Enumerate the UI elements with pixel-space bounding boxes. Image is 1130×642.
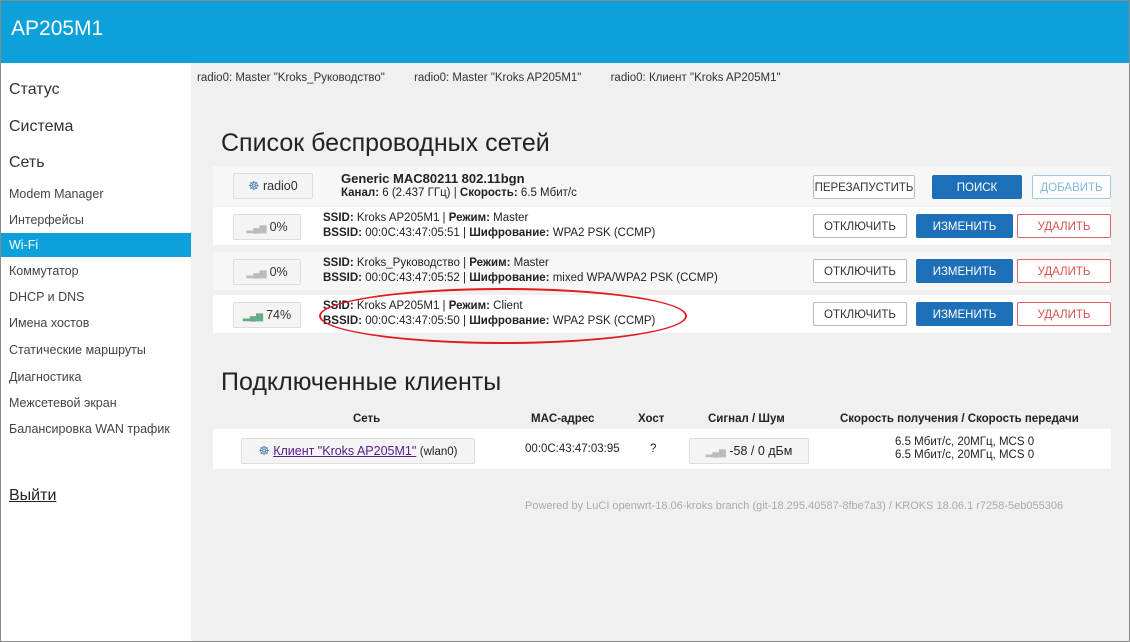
annotation-ellipse — [319, 288, 687, 344]
col-rate: Скорость получения / Скорость передачи — [840, 413, 1079, 425]
client-mac: 00:0C:43:47:03:95 — [525, 443, 620, 455]
rate-tx: 6.5 Мбит/с, 20МГц, MCS 0 — [895, 449, 1035, 461]
logout-link[interactable]: Выйти — [9, 487, 56, 505]
disable-button[interactable]: ОТКЛЮЧИТЬ — [813, 214, 907, 238]
channel-value: 6 (2.437 ГГц) — [382, 187, 451, 199]
client-row: ☸ Клиент "Kroks AP205M1" (wlan0) 00:0C:4… — [213, 429, 1111, 469]
tab-radio0-master-management[interactable]: radio0: Master "Kroks_Руководство" — [197, 72, 385, 84]
channel-label: Канал: — [341, 187, 380, 199]
signal-badge: ▂▄▆ 0% — [233, 259, 301, 285]
wireless-heading: Список беспроводных сетей — [221, 129, 550, 157]
device-name: Generic MAC80211 802.11bgn — [341, 171, 525, 186]
sidebar-item-diagnostics[interactable]: Диагностика — [1, 365, 191, 389]
client-rates: 6.5 Мбит/с, 20МГц, MCS 0 6.5 Мбит/с, 20М… — [895, 436, 1034, 462]
restart-button[interactable]: ПЕРЕЗАПУСТИТЬ — [813, 175, 915, 199]
col-signal: Сигнал / Шум — [708, 413, 785, 425]
edit-button[interactable]: ИЗМЕНИТЬ — [916, 302, 1013, 326]
signal-bars-icon: ▂▄▆ — [246, 223, 267, 233]
sidebar-item-dhcp-dns[interactable]: DHCP и DNS — [1, 285, 191, 309]
sidebar-item-modem-manager[interactable]: Modem Manager — [1, 182, 191, 206]
col-network: Сеть — [353, 413, 381, 425]
clients-heading: Подключенные клиенты — [221, 368, 502, 396]
col-host: Хост — [638, 413, 665, 425]
disable-button[interactable]: ОТКЛЮЧИТЬ — [813, 302, 907, 326]
menu-status[interactable]: Статус — [9, 81, 60, 99]
tab-bar: radio0: Master "Kroks_Руководство" radio… — [191, 72, 801, 84]
sidebar-item-firewall[interactable]: Межсетевой экран — [1, 391, 191, 415]
delete-button[interactable]: УДАЛИТЬ — [1017, 214, 1111, 238]
client-network-cell: ☸ Клиент "Kroks AP205M1" (wlan0) — [241, 438, 475, 464]
sidebar-item-switch[interactable]: Коммутатор — [1, 259, 191, 283]
scan-button[interactable]: ПОИСК — [932, 175, 1022, 199]
signal-bars-icon: ▂▄▆ — [242, 311, 264, 321]
signal-badge: ▂▄▆ 74% — [233, 302, 301, 328]
radio0-button[interactable]: ☸ radio0 — [233, 173, 313, 199]
menu-system[interactable]: Система — [9, 118, 73, 136]
browser-frame: AP205M1 Статус Система Сеть Modem Manage… — [0, 0, 1130, 642]
sidebar-item-interfaces[interactable]: Интерфейсы — [1, 208, 191, 232]
main-content: radio0: Master "Kroks_Руководство" radio… — [191, 63, 1129, 641]
tab-radio0-client[interactable]: radio0: Клиент "Kroks AP205M1" — [611, 72, 781, 84]
signal-bars-icon: ▂▄▆ — [246, 268, 267, 278]
network-row: ▂▄▆ 0% SSID: Kroks AP205M1 | Режим: Maste… — [213, 207, 1111, 245]
delete-button[interactable]: УДАЛИТЬ — [1017, 259, 1111, 283]
brand-title[interactable]: AP205M1 — [11, 17, 103, 41]
sidebar-item-hostnames[interactable]: Имена хостов — [1, 311, 191, 335]
disable-button[interactable]: ОТКЛЮЧИТЬ — [813, 259, 907, 283]
client-signal-badge: ▂▄▆ -58 / 0 дБм — [689, 438, 809, 464]
header-bar: AP205M1 — [1, 1, 1129, 63]
delete-button[interactable]: УДАЛИТЬ — [1017, 302, 1111, 326]
sidebar-item-wan-balancing[interactable]: Балансировка WAN трафик — [1, 417, 191, 441]
wifi-device-icon: ☸ — [248, 179, 260, 193]
sidebar-item-wifi[interactable]: Wi-Fi — [1, 233, 191, 257]
speed-label: Скорость: — [459, 187, 518, 199]
add-button[interactable]: ДОБАВИТЬ — [1032, 175, 1111, 199]
edit-button[interactable]: ИЗМЕНИТЬ — [916, 214, 1013, 238]
tab-radio0-master-ap[interactable]: radio0: Master "Kroks AP205M1" — [414, 72, 581, 84]
sidebar: Статус Система Сеть Modem Manager Интерф… — [1, 63, 191, 641]
network-info: SSID: Kroks AP205M1 | Режим: Master BSSI… — [323, 212, 656, 239]
client-network-link[interactable]: Клиент "Kroks AP205M1" — [273, 444, 416, 458]
client-host: ? — [650, 443, 657, 455]
col-mac: MAC-адрес — [531, 413, 595, 425]
signal-bars-icon: ▂▄▆ — [705, 447, 726, 457]
network-row: ▂▄▆ 0% SSID: Kroks_Руководство | Режим: M… — [213, 252, 1111, 290]
client-iface: (wlan0) — [419, 446, 458, 458]
menu-network[interactable]: Сеть — [9, 154, 45, 172]
device-info: Generic MAC80211 802.11bgn Канал: 6 (2.4… — [341, 171, 577, 199]
speed-value: 6.5 Мбит/с — [520, 187, 577, 199]
sidebar-item-static-routes[interactable]: Статические маршруты — [1, 338, 191, 362]
wifi-client-icon: ☸ — [258, 444, 270, 458]
signal-badge: ▂▄▆ 0% — [233, 214, 301, 240]
rate-rx: 6.5 Мбит/с, 20МГц, MCS 0 — [895, 436, 1035, 448]
footer-text: Powered by LuCI openwrt-18.06-kroks bran… — [525, 500, 1064, 512]
radio-device-row: ☸ radio0 Generic MAC80211 802.11bgn Кана… — [213, 166, 1111, 206]
edit-button[interactable]: ИЗМЕНИТЬ — [916, 259, 1013, 283]
network-info: SSID: Kroks_Руководство | Режим: Master … — [323, 257, 718, 284]
